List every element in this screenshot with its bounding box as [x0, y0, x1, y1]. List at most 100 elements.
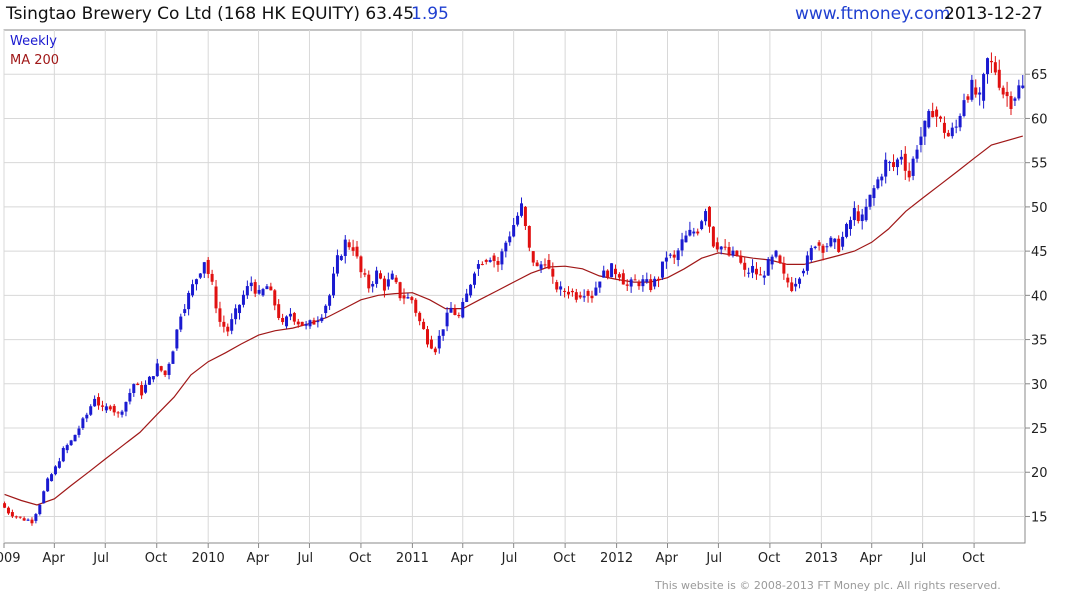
candle-body	[821, 245, 825, 253]
candle-body	[931, 111, 935, 118]
candle-body	[1001, 87, 1005, 95]
candle-body	[312, 320, 316, 325]
x-tick-label: Oct	[962, 551, 984, 566]
y-tick-label: 40	[1031, 289, 1048, 304]
candle-body	[590, 295, 594, 299]
candle-body	[555, 282, 559, 290]
candle-body	[829, 237, 833, 247]
candle-body	[218, 308, 222, 322]
candle-body	[73, 434, 77, 442]
candle-body	[676, 250, 680, 260]
candle-body	[10, 512, 14, 517]
price-chart: 15 20 25 30 35 40 45 50 55 60 65 2009 Apr Jul Oct 2010…	[0, 29, 1048, 566]
candle-body	[915, 149, 919, 159]
candle-body	[754, 268, 758, 275]
candle-body	[351, 247, 355, 251]
candle-body	[249, 282, 253, 287]
candle-body	[715, 242, 719, 250]
candle-body	[711, 226, 715, 247]
legend-ma-200: MA 200	[10, 53, 59, 68]
candle-body	[700, 221, 704, 230]
candle-body	[747, 272, 751, 274]
candle-body	[935, 109, 939, 117]
candle-body	[801, 270, 805, 274]
candle-body	[539, 264, 543, 269]
candle-body	[379, 273, 383, 279]
candle-body	[261, 289, 265, 296]
y-axis: 15 20 25 30 35 40 45 50 55 60 65	[1025, 68, 1048, 525]
x-axis: 2009 Apr Jul Oct 2010 Apr Jul Oct 2011 Apr Jul Oct 2…	[0, 543, 985, 566]
candle-body	[637, 282, 641, 287]
candle-body	[194, 279, 198, 285]
price-change: 1.95	[411, 4, 449, 24]
candle-body	[860, 214, 864, 222]
candle-body	[880, 176, 884, 181]
candle-body	[660, 261, 664, 278]
candle-body	[281, 317, 285, 323]
candle-body	[285, 316, 289, 327]
candle-body	[856, 211, 860, 222]
candle-body	[766, 258, 770, 276]
candle-body	[516, 215, 520, 225]
candle-body	[782, 263, 786, 274]
candle-body	[53, 466, 57, 475]
candle-body	[833, 238, 837, 243]
y-tick-label: 55	[1031, 157, 1048, 172]
candle-body	[790, 282, 794, 292]
candle-body	[543, 264, 547, 266]
candle-body	[942, 122, 946, 133]
candle-body	[38, 504, 42, 515]
candle-body	[175, 329, 179, 349]
candle-body	[954, 126, 958, 128]
candle-body	[304, 323, 308, 326]
y-tick-label: 20	[1031, 466, 1048, 481]
candle-body	[735, 250, 739, 256]
candle-body	[668, 254, 672, 256]
candle-body	[727, 247, 731, 256]
candle-body	[613, 268, 617, 275]
candle-body	[547, 259, 551, 269]
candle-body	[508, 236, 512, 243]
candle-body	[42, 491, 46, 504]
candle-body	[1017, 85, 1021, 99]
candle-body	[85, 414, 89, 419]
candle-body	[492, 255, 496, 262]
candle-body	[234, 308, 238, 320]
candle-body	[402, 295, 406, 299]
candle-body	[112, 405, 116, 413]
chart-title: Tsingtao Brewery Co Ltd (168 HK EQUITY) …	[6, 4, 415, 24]
candle-body	[159, 366, 163, 371]
candle-body	[292, 313, 296, 322]
x-tick-label: Jul	[501, 551, 518, 566]
candle-body	[645, 279, 649, 283]
candle-body	[805, 255, 809, 271]
candle-body	[672, 254, 676, 258]
candle-body	[872, 188, 876, 199]
candle-body	[386, 279, 390, 287]
candle-body	[375, 270, 379, 284]
x-tick-label: Oct	[145, 551, 167, 566]
candle-body	[422, 321, 426, 330]
candle-body	[653, 278, 657, 287]
candle-body	[273, 290, 277, 306]
candle-body	[684, 235, 688, 243]
candle-body	[222, 321, 226, 327]
candle-body	[398, 282, 402, 299]
candle-body	[523, 206, 527, 227]
candle-body	[144, 384, 148, 393]
candle-body	[214, 286, 218, 309]
candle-body	[382, 278, 386, 291]
candle-body	[762, 275, 766, 278]
x-tick-label: 2009	[0, 551, 21, 566]
candle-body	[852, 207, 856, 221]
candle-body	[551, 268, 555, 277]
candle-body	[277, 304, 281, 318]
candle-body	[269, 286, 273, 291]
candle-body	[602, 270, 606, 278]
candle-body	[437, 335, 441, 349]
site-link[interactable]: www.ftmoney.com	[795, 4, 950, 24]
candle-body	[911, 158, 915, 176]
copyright-notice: This website is © 2008-2013 FT Money plc…	[655, 579, 1001, 592]
candle-body	[472, 273, 476, 285]
candle-body	[363, 273, 367, 275]
